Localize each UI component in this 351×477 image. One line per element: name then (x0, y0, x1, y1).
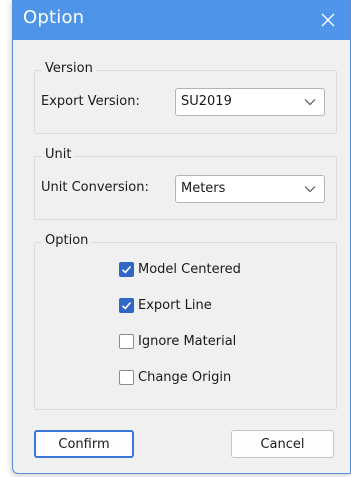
close-icon (321, 13, 335, 27)
unit-conversion-select[interactable]: Meters (175, 175, 325, 203)
chevron-down-icon (304, 99, 316, 106)
unit-conversion-value: Meters (181, 181, 226, 196)
unit-conversion-label: Unit Conversion: (41, 180, 149, 195)
change-origin-checkbox-row[interactable]: Change Origin (119, 367, 231, 387)
checkmark-icon (121, 265, 132, 274)
export-version-value: SU2019 (181, 94, 232, 109)
checkmark-icon (121, 301, 132, 310)
ignore-material-checkbox-row[interactable]: Ignore Material (119, 331, 236, 351)
ignore-material-checkbox[interactable] (119, 333, 134, 349)
close-button[interactable] (306, 0, 350, 40)
change-origin-checkbox[interactable] (119, 369, 134, 385)
ignore-material-label: Ignore Material (138, 333, 237, 349)
option-group-legend: Option (42, 233, 92, 248)
cancel-button[interactable]: Cancel (231, 430, 334, 458)
export-line-checkbox[interactable] (119, 297, 134, 313)
export-line-checkbox-row[interactable]: Export Line (119, 295, 212, 315)
option-group: Option Model Centered Export Line Ignore… (34, 233, 337, 410)
dialog-title: Option (23, 7, 85, 28)
export-version-select[interactable]: SU2019 (175, 88, 325, 116)
chevron-down-icon (304, 186, 316, 193)
unit-group: Unit Unit Conversion: Meters (34, 147, 337, 220)
model-centered-checkbox-row[interactable]: Model Centered (119, 259, 241, 279)
version-group: Version Export Version: SU2019 (34, 61, 337, 134)
model-centered-checkbox[interactable] (119, 261, 134, 277)
option-dialog: Option Version Export Version: SU2019 Un… (12, 0, 351, 474)
export-line-label: Export Line (138, 297, 212, 313)
unit-group-legend: Unit (42, 147, 75, 162)
version-group-legend: Version (42, 61, 96, 76)
title-bar[interactable]: Option (13, 0, 350, 40)
export-version-label: Export Version: (41, 94, 140, 109)
change-origin-label: Change Origin (138, 369, 232, 385)
model-centered-label: Model Centered (138, 261, 241, 277)
confirm-button[interactable]: Confirm (34, 430, 134, 458)
